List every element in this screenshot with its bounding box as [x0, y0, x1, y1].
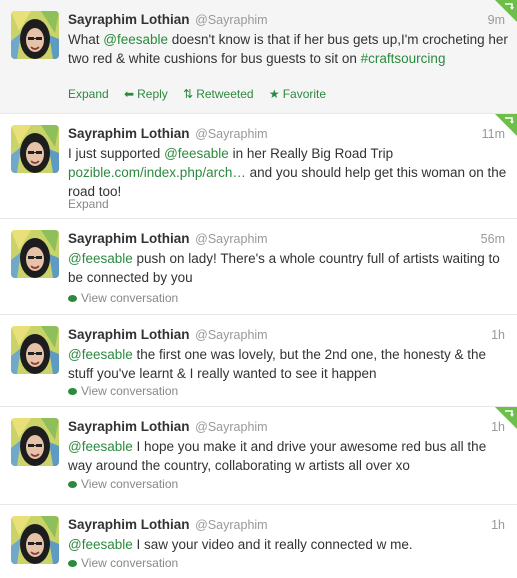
expand-link[interactable]: Expand: [68, 86, 109, 102]
view-conversation-label: View conversation: [81, 556, 179, 570]
conversation-bubble-icon: [68, 388, 77, 395]
tweet-text-segment: I saw your video and it really connected…: [132, 537, 413, 552]
author-name[interactable]: Sayraphim Lothian: [68, 419, 190, 434]
tweet-header: Sayraphim Lothian @Sayraphim 1h: [68, 418, 505, 436]
retweet-corner-badge: [495, 114, 517, 136]
avatar[interactable]: [11, 11, 59, 59]
author-handle[interactable]: @Sayraphim: [195, 420, 267, 434]
tweet[interactable]: Sayraphim Lothian @Sayraphim 9m What @fe…: [0, 0, 517, 114]
timestamp[interactable]: 1h: [491, 326, 505, 344]
tweet[interactable]: Sayraphim Lothian @Sayraphim 1h @feesabl…: [0, 407, 517, 505]
tweet[interactable]: Sayraphim Lothian @Sayraphim 11m I just …: [0, 114, 517, 219]
avatar[interactable]: [11, 125, 59, 173]
favorite-label: Favorite: [282, 87, 327, 101]
mention-link[interactable]: @feesable: [68, 251, 133, 266]
avatar[interactable]: [11, 326, 59, 374]
retweet-corner-badge: [495, 0, 517, 22]
mention-link[interactable]: @feesable: [68, 537, 133, 552]
author-name[interactable]: Sayraphim Lothian: [68, 517, 190, 532]
mention-link[interactable]: @feesable: [68, 439, 133, 454]
tweet-actions: Expand ⬅ Reply ⇅ Retweeted ★ Favorite: [68, 86, 338, 102]
tweet-text: What @feesable doesn't know is that if h…: [68, 30, 508, 68]
tweet[interactable]: Sayraphim Lothian @Sayraphim 1h @feesabl…: [0, 505, 517, 578]
retweet-corner-icon: [495, 0, 517, 22]
tweet-actions: View conversation: [68, 383, 190, 399]
url-link[interactable]: pozible.com/index.php/arch…: [68, 165, 246, 180]
tweet-text: @feesable push on lady! There's a whole …: [68, 249, 508, 287]
tweet-header: Sayraphim Lothian @Sayraphim 1h: [68, 326, 505, 344]
tweet-text: @feesable I hope you make it and drive y…: [68, 437, 508, 475]
author-handle[interactable]: @Sayraphim: [195, 232, 267, 246]
tweet-text-segment: push on lady! There's a whole country fu…: [68, 251, 500, 285]
tweet-text: I just supported @feesable in her Really…: [68, 144, 508, 201]
tweet-header: Sayraphim Lothian @Sayraphim 1h: [68, 516, 505, 534]
tweet-text-segment: What: [68, 32, 104, 47]
view-conversation-link[interactable]: View conversation: [68, 476, 178, 492]
reply-icon: ⬅: [124, 87, 135, 101]
author-handle[interactable]: @Sayraphim: [195, 328, 267, 342]
conversation-bubble-icon: [68, 481, 77, 488]
star-icon: ★: [268, 87, 280, 101]
tweet-actions: View conversation: [68, 476, 190, 492]
avatar[interactable]: [11, 230, 59, 278]
mention-link[interactable]: @feesable: [103, 32, 168, 47]
tweet-header: Sayraphim Lothian @Sayraphim 11m: [68, 125, 505, 143]
tweet-header: Sayraphim Lothian @Sayraphim 56m: [68, 230, 505, 248]
view-conversation-label: View conversation: [81, 291, 179, 305]
avatar[interactable]: [11, 516, 59, 564]
conversation-bubble-icon: [68, 295, 77, 302]
reply-label: Reply: [137, 87, 168, 101]
author-name[interactable]: Sayraphim Lothian: [68, 231, 190, 246]
tweet-text-segment: I just supported: [68, 146, 165, 161]
author-name[interactable]: Sayraphim Lothian: [68, 327, 190, 342]
tweet-text-segment: in her Really Big Road Trip: [228, 146, 394, 161]
author-name[interactable]: Sayraphim Lothian: [68, 12, 190, 27]
view-conversation-label: View conversation: [81, 384, 179, 398]
favorite-button[interactable]: ★ Favorite: [269, 86, 326, 102]
tweet-timeline: Sayraphim Lothian @Sayraphim 9m What @fe…: [0, 0, 517, 578]
tweet-actions: Expand: [68, 196, 121, 212]
avatar[interactable]: [11, 418, 59, 466]
tweet-actions: View conversation: [68, 290, 190, 306]
tweet-header: Sayraphim Lothian @Sayraphim 9m: [68, 11, 505, 29]
author-name[interactable]: Sayraphim Lothian: [68, 126, 190, 141]
timestamp[interactable]: 56m: [481, 230, 505, 248]
view-conversation-link[interactable]: View conversation: [68, 383, 178, 399]
author-handle[interactable]: @Sayraphim: [195, 127, 267, 141]
reply-button[interactable]: ⬅ Reply: [124, 86, 168, 102]
tweet[interactable]: Sayraphim Lothian @Sayraphim 1h @feesabl…: [0, 315, 517, 407]
retweeted-button[interactable]: ⇅ Retweeted: [183, 86, 253, 102]
retweet-icon: ⇅: [183, 87, 194, 101]
author-handle[interactable]: @Sayraphim: [195, 13, 267, 27]
mention-link[interactable]: @feesable: [68, 347, 133, 362]
expand-link[interactable]: Expand: [68, 196, 109, 212]
retweeted-label: Retweeted: [196, 87, 254, 101]
view-conversation-link[interactable]: View conversation: [68, 290, 178, 306]
view-conversation-link[interactable]: View conversation: [68, 555, 178, 571]
tweet[interactable]: Sayraphim Lothian @Sayraphim 56m @feesab…: [0, 219, 517, 315]
hashtag-link[interactable]: #craftsourcing: [361, 51, 446, 66]
conversation-bubble-icon: [68, 560, 77, 567]
mention-link[interactable]: @feesable: [164, 146, 229, 161]
author-handle[interactable]: @Sayraphim: [195, 518, 267, 532]
tweet-actions: View conversation: [68, 555, 190, 571]
timestamp[interactable]: 1h: [491, 516, 505, 534]
view-conversation-label: View conversation: [81, 477, 179, 491]
tweet-text: @feesable the first one was lovely, but …: [68, 345, 508, 383]
retweet-corner-icon: [495, 407, 517, 429]
tweet-text: @feesable I saw your video and it really…: [68, 535, 508, 554]
retweet-corner-badge: [495, 407, 517, 429]
retweet-corner-icon: [495, 114, 517, 136]
